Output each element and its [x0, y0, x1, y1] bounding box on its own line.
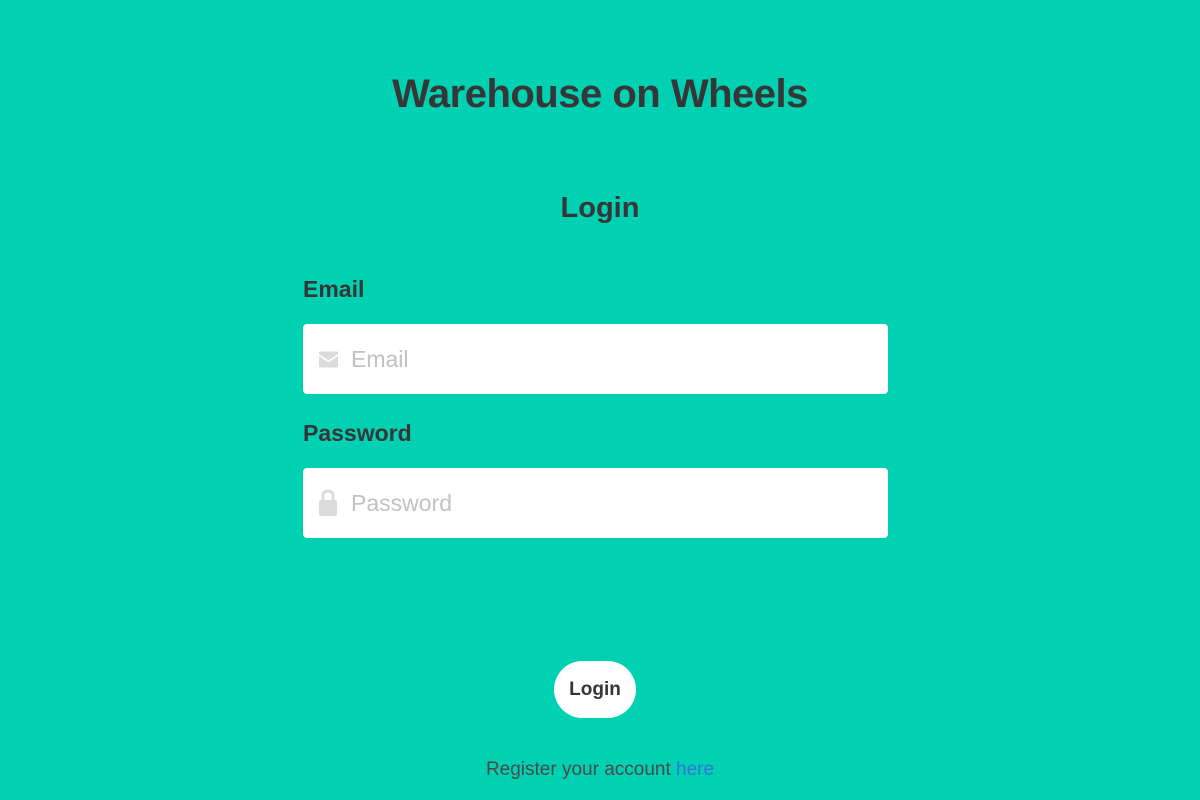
email-label: Email	[303, 276, 365, 302]
register-prompt: Register your account here	[0, 759, 1200, 781]
register-link[interactable]: here	[676, 759, 714, 780]
envelope-icon	[317, 348, 339, 370]
register-text: Register your account	[485, 759, 677, 780]
password-input[interactable]	[351, 468, 871, 538]
login-form-title: Login	[560, 192, 640, 224]
app-title: Warehouse on Wheels	[392, 72, 808, 116]
lock-icon	[317, 489, 339, 516]
password-field-wrapper[interactable]	[303, 468, 888, 538]
login-button[interactable]: Login	[554, 661, 636, 718]
password-label: Password	[303, 420, 412, 446]
email-field-wrapper[interactable]	[303, 324, 888, 394]
email-input[interactable]	[351, 324, 871, 394]
